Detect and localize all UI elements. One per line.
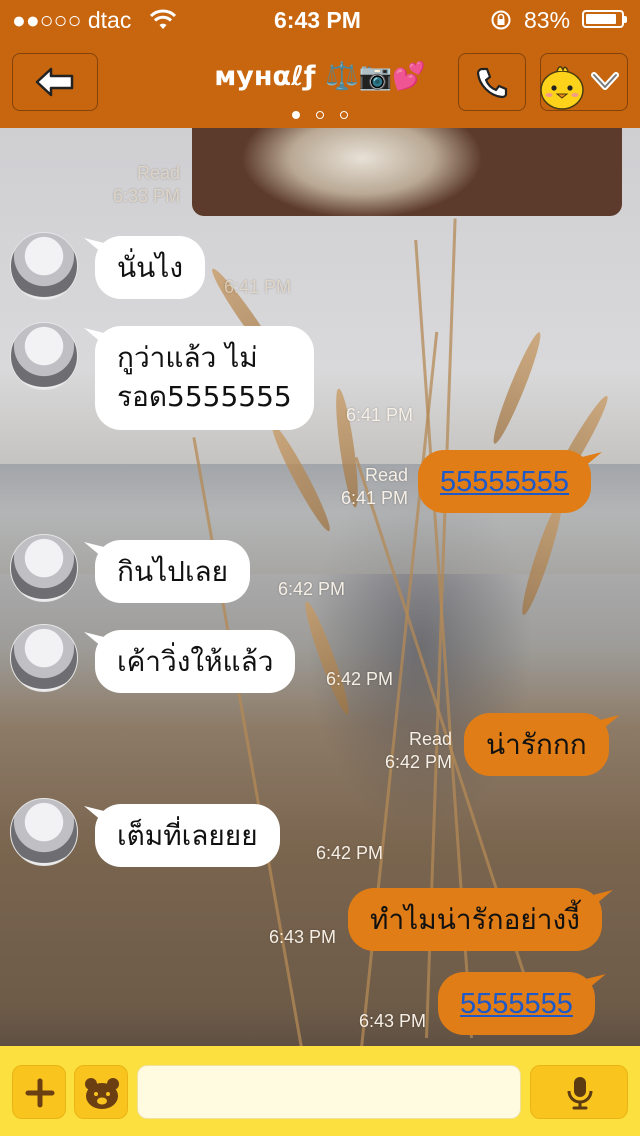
- message-text: น่ารักกก: [486, 728, 587, 761]
- contact-avatar[interactable]: [10, 624, 78, 692]
- message-time: 6:41 PM: [224, 277, 292, 297]
- sticker-button[interactable]: [74, 1065, 128, 1119]
- message-text: นั่นไง: [117, 251, 184, 284]
- rotation-lock-icon: [491, 10, 511, 30]
- message-time: 6:42 PM: [316, 843, 384, 863]
- read-status: Read: [136, 163, 180, 183]
- read-status: Read: [408, 729, 452, 749]
- battery-icon: [582, 10, 627, 28]
- message-time: 6:43 PM: [358, 1011, 426, 1031]
- message-text: เค้าวิ่งให้แล้ว: [117, 645, 274, 678]
- contact-avatar[interactable]: [10, 798, 78, 866]
- microphone-icon: [567, 1077, 593, 1110]
- carrier-label: ●●○○○ dtac: [12, 7, 132, 33]
- message-text: กินไปเลย: [117, 555, 229, 588]
- message-time: 6:33 PM: [112, 186, 180, 206]
- voice-button[interactable]: [530, 1065, 628, 1119]
- message-text-line: กูว่าแล้ว ไม่: [117, 341, 258, 374]
- page-indicator: [292, 104, 359, 123]
- message-time: 6:42 PM: [326, 669, 394, 689]
- page-dot-active: [292, 111, 300, 119]
- clock: 6:43 PM: [274, 7, 361, 33]
- menu-button[interactable]: [540, 53, 628, 111]
- plus-icon: [25, 1078, 55, 1108]
- add-button[interactable]: [12, 1065, 66, 1119]
- background-grain: [299, 599, 355, 717]
- message-text-line: รอด5555555: [117, 380, 292, 413]
- chat-header: мyнαℓƒ ⚖️📷💕: [0, 40, 640, 128]
- chevron-down-icon: [591, 72, 619, 90]
- bear-sticker-icon: [85, 1078, 119, 1109]
- page-dot: [340, 111, 349, 119]
- message-time: 6:42 PM: [384, 752, 452, 772]
- message-meta: Read 6:41 PM: [318, 464, 408, 510]
- message-input[interactable]: [137, 1065, 521, 1119]
- call-button[interactable]: [458, 53, 526, 111]
- page-dot: [316, 111, 325, 119]
- sent-image-message[interactable]: [192, 128, 622, 216]
- message-time: 6:41 PM: [340, 488, 408, 508]
- contact-avatar[interactable]: [10, 534, 78, 602]
- outgoing-message-bubble[interactable]: น่ารักกก: [464, 713, 609, 776]
- image-message-meta: Read 6:33 PM: [80, 162, 180, 208]
- message-time: 6:42 PM: [278, 579, 346, 599]
- outgoing-message-bubble[interactable]: 55555555: [418, 450, 592, 513]
- composer-bar: [0, 1046, 640, 1136]
- read-status: Read: [364, 465, 408, 485]
- back-arrow-icon: [35, 67, 74, 97]
- outgoing-message-bubble[interactable]: ทำไมน่ารักอย่างงี้: [348, 888, 602, 951]
- incoming-message-bubble[interactable]: กูว่าแล้ว ไม่ รอด5555555: [95, 326, 314, 430]
- chat-title[interactable]: мyнαℓƒ ⚖️📷💕: [150, 60, 490, 92]
- message-time: 6:41 PM: [346, 405, 414, 425]
- contact-avatar[interactable]: [10, 322, 78, 390]
- status-bar: ●●○○○ dtac 6:43 PM 83%: [0, 0, 640, 40]
- incoming-message-bubble[interactable]: เต็มที่เลยยย: [95, 804, 280, 867]
- wifi-icon: [150, 9, 176, 29]
- message-link[interactable]: 5555555: [460, 988, 573, 1020]
- incoming-message-bubble[interactable]: นั่นไง: [95, 236, 206, 299]
- message-text: เต็มที่เลยยย: [117, 819, 258, 852]
- incoming-message-bubble[interactable]: เค้าวิ่งให้แล้ว: [95, 630, 296, 693]
- outgoing-message-bubble[interactable]: 5555555: [438, 972, 595, 1035]
- battery-percent: 83%: [524, 7, 571, 33]
- message-text: ทำไมน่ารักอย่างงี้: [370, 903, 580, 936]
- back-button[interactable]: [12, 53, 98, 111]
- message-time: 6:43 PM: [268, 927, 336, 947]
- phone-icon: [476, 67, 508, 99]
- message-meta: Read 6:42 PM: [362, 728, 452, 774]
- incoming-message-bubble[interactable]: กินไปเลย: [95, 540, 251, 603]
- background-grain: [488, 329, 546, 447]
- sticker-chick-icon: [540, 66, 584, 110]
- contact-avatar[interactable]: [10, 232, 78, 300]
- message-link[interactable]: 55555555: [440, 466, 569, 498]
